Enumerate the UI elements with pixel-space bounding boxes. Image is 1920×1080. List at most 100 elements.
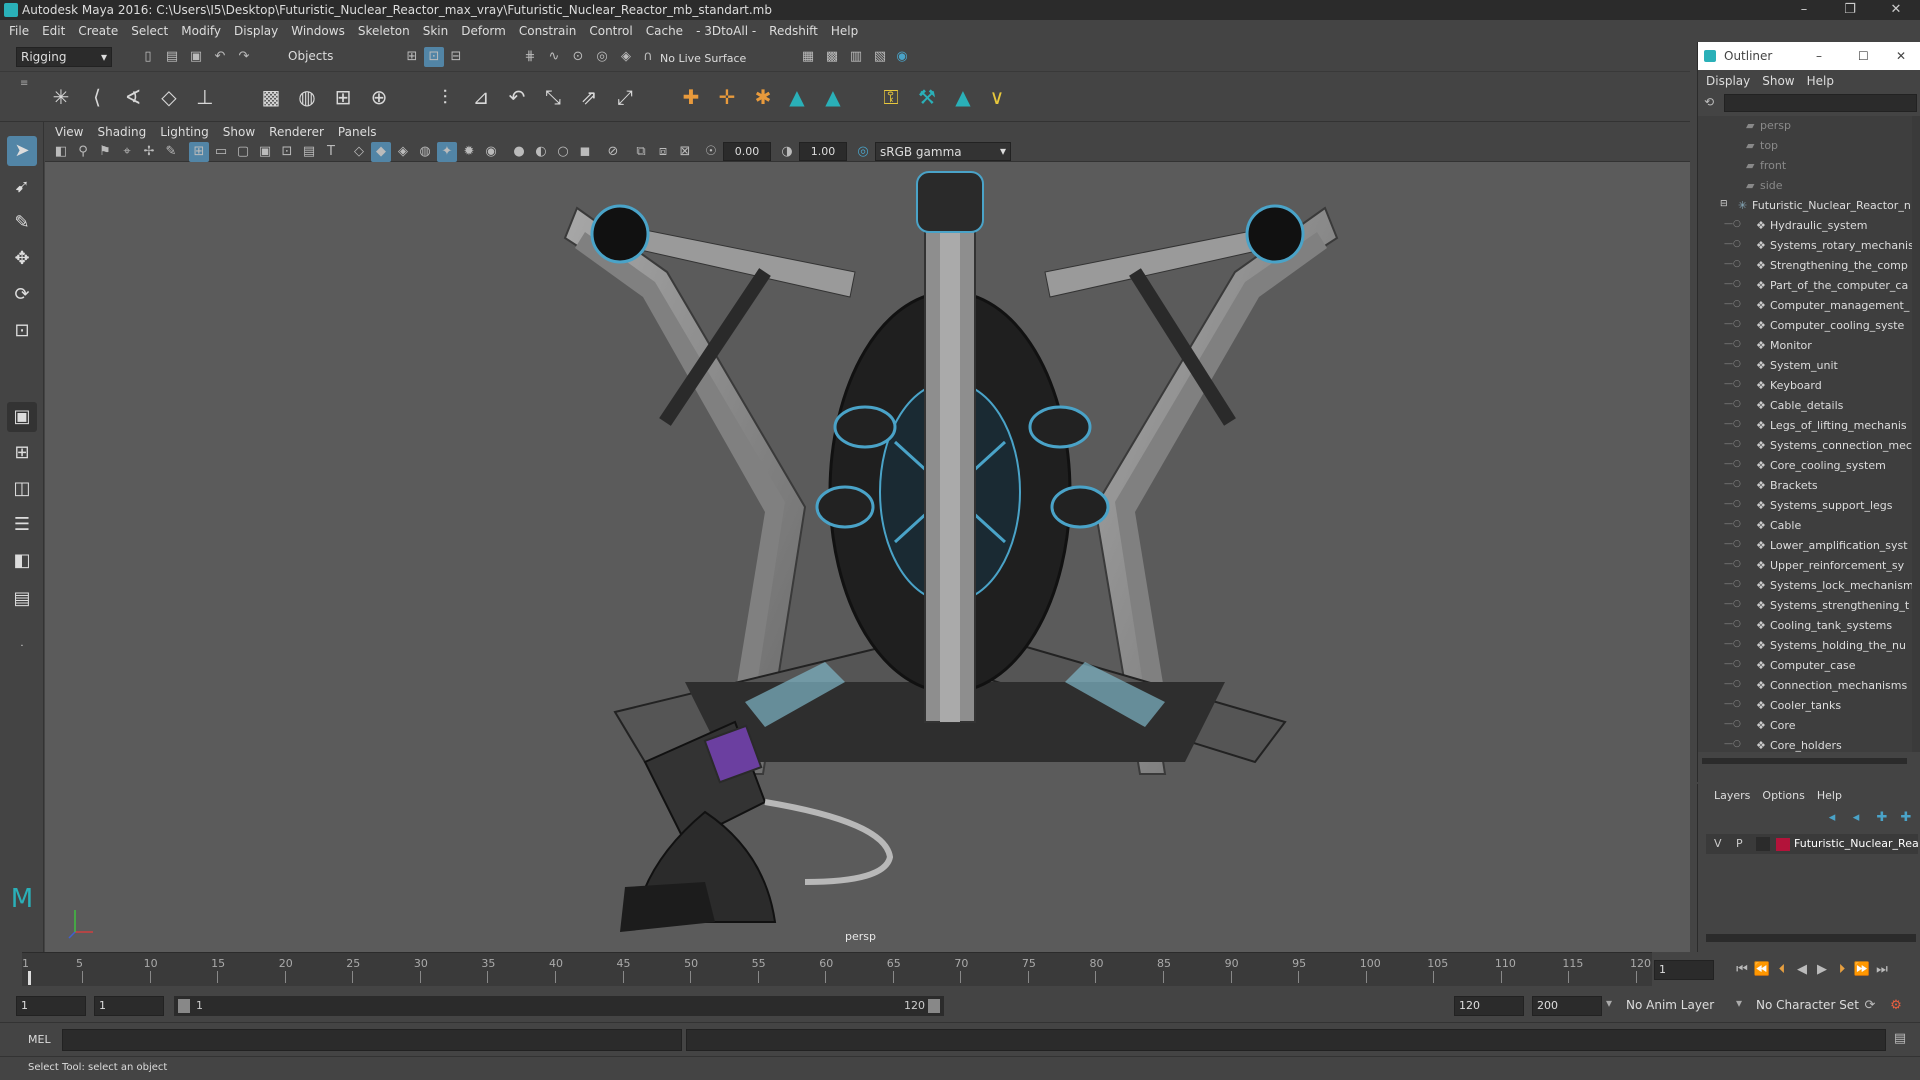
film-gate-icon[interactable]: ▭ xyxy=(211,142,231,162)
vp-menu-lighting[interactable]: Lighting xyxy=(160,125,209,139)
outliner-item-row[interactable]: —○ ❖ Core xyxy=(1698,716,1912,736)
outliner-item-row[interactable]: —○ ❖ Brackets xyxy=(1698,476,1912,496)
snap-point-icon[interactable]: ⊙ xyxy=(568,47,588,67)
minimize-button[interactable]: – xyxy=(1784,0,1824,20)
ik-spline-icon[interactable]: ∢ xyxy=(118,82,148,112)
gate-mask-icon[interactable]: ▣ xyxy=(255,142,275,162)
outliner-item-row[interactable]: —○ ❖ Core_holders xyxy=(1698,736,1912,752)
outliner-item-row[interactable]: —○ ❖ Systems_connection_mec xyxy=(1698,436,1912,456)
outliner-camera-row[interactable]: ▰ side xyxy=(1698,176,1912,196)
lattice-icon[interactable]: ⊞ xyxy=(328,82,358,112)
outliner-item-row[interactable]: —○ ❖ Systems_holding_the_nu xyxy=(1698,636,1912,656)
play-forward-icon[interactable]: ▶ xyxy=(1812,960,1832,980)
scale-constraint-icon[interactable]: ⤡ xyxy=(538,82,568,112)
new-layer-selected-icon[interactable]: ✚ xyxy=(1896,808,1916,828)
layer-menu-options[interactable]: Options xyxy=(1762,789,1804,802)
snap-curve-icon[interactable]: ∿ xyxy=(544,47,564,67)
layer-name[interactable]: Futuristic_Nuclear_Rea xyxy=(1794,837,1919,850)
current-time-marker[interactable] xyxy=(28,971,31,985)
scale-tool-icon[interactable]: ⊡ xyxy=(7,316,37,346)
select-component-icon[interactable]: ⊟ xyxy=(446,47,466,67)
script-editor-icon[interactable]: ▤ xyxy=(1890,1029,1910,1049)
menu-display[interactable]: Display xyxy=(234,24,278,38)
vp-menu-show[interactable]: Show xyxy=(223,125,255,139)
outliner-item-row[interactable]: —○ ❖ System_unit xyxy=(1698,356,1912,376)
motion-blur-icon[interactable]: ● xyxy=(509,142,529,162)
reactor-model[interactable] xyxy=(45,162,1690,952)
vp-menu-renderer[interactable]: Renderer xyxy=(269,125,324,139)
pole-vector-icon[interactable]: ⤢ xyxy=(610,82,640,112)
xray-joints-icon[interactable]: ⧉ xyxy=(631,142,651,162)
bind-skin-icon[interactable]: ▩ xyxy=(256,82,286,112)
hik-icon[interactable]: ▲ xyxy=(782,82,812,112)
range-end-handle[interactable] xyxy=(928,999,940,1013)
redo-icon[interactable]: ↷ xyxy=(234,47,254,67)
outliner-tree[interactable]: ▰ persp ▰ top ▰ front ▰ side ⊟ ✳ Futuristic_Nuclea… xyxy=(1698,116,1912,752)
smooth-shade-icon[interactable]: ◆ xyxy=(371,142,391,162)
step-back-key-icon[interactable]: ⏪ xyxy=(1752,960,1772,980)
menu-file[interactable]: File xyxy=(9,24,29,38)
move-tool-icon[interactable]: ✥ xyxy=(7,244,37,274)
outliner-item-row[interactable]: —○ ❖ Connection_mechanisms xyxy=(1698,676,1912,696)
layer-h-scrollbar[interactable] xyxy=(1706,934,1916,942)
outliner-item-row[interactable]: —○ ❖ Cable_details xyxy=(1698,396,1912,416)
multisample-aa-icon[interactable]: ◐ xyxy=(531,142,551,162)
blendshape-icon[interactable]: ∨ xyxy=(982,82,1012,112)
move-layer-down-icon[interactable]: ◂ xyxy=(1846,808,1866,828)
mirror-joint-icon[interactable]: ⊥ xyxy=(190,82,220,112)
go-to-end-icon[interactable]: ⏭ xyxy=(1872,960,1892,980)
end-time-field[interactable]: 200 xyxy=(1532,996,1602,1016)
menu-deform[interactable]: Deform xyxy=(461,24,506,38)
menu-cache[interactable]: Cache xyxy=(646,24,683,38)
menu-control[interactable]: Control xyxy=(589,24,632,38)
backface-culling-icon[interactable]: ⊠ xyxy=(675,142,695,162)
collapse-icon[interactable]: ⊟ xyxy=(1720,199,1728,209)
ik-handle-icon[interactable]: ⟨ xyxy=(82,82,112,112)
outliner-item-row[interactable]: —○ ❖ Systems_rotary_mechanis xyxy=(1698,236,1912,256)
selection-mode-dropdown[interactable]: Objects xyxy=(284,47,384,67)
outliner-item-row[interactable]: —○ ❖ Keyboard xyxy=(1698,376,1912,396)
outliner-h-scrollbar[interactable] xyxy=(1702,758,1907,764)
outliner-item-row[interactable]: —○ ❖ Cable xyxy=(1698,516,1912,536)
use-all-lights-icon[interactable]: ✦ xyxy=(437,142,457,162)
step-forward-key-icon[interactable]: ⏩ xyxy=(1852,960,1872,980)
outliner-close-icon[interactable]: ✕ xyxy=(1896,42,1906,70)
menu-constrain[interactable]: Constrain xyxy=(519,24,577,38)
chevron-down-icon[interactable]: ▾ xyxy=(1736,996,1742,1010)
outliner-minimize-icon[interactable]: – xyxy=(1816,42,1822,70)
pose-icon[interactable]: ⚒ xyxy=(912,82,942,112)
new-scene-icon[interactable]: ▯ xyxy=(138,47,158,67)
menu-set-dropdown[interactable]: Rigging ▾ xyxy=(16,47,112,67)
vp-menu-view[interactable]: View xyxy=(55,125,83,139)
grid-icon[interactable]: ⊞ xyxy=(189,142,209,162)
character-set-dropdown[interactable]: No Character Set xyxy=(1752,996,1864,1016)
anim-layer-dropdown[interactable]: No Anim Layer xyxy=(1622,996,1740,1016)
color-management-icon[interactable]: ◎ xyxy=(853,142,873,162)
menu-modify[interactable]: Modify xyxy=(181,24,221,38)
time-slider[interactable]: 1 5 10 15 20 25 30 35 40 45 50 55 60 65 70 75 80 85 90 95 10… xyxy=(22,952,1652,986)
outliner-maximize-icon[interactable]: ☐ xyxy=(1858,42,1869,70)
2d-pan-icon[interactable]: ✢ xyxy=(139,142,159,162)
outliner-item-row[interactable]: —○ ❖ Upper_reinforcement_sy xyxy=(1698,556,1912,576)
joint-orient-icon[interactable]: ✱ xyxy=(748,82,778,112)
grease-pencil-icon[interactable]: ✎ xyxy=(161,142,181,162)
snap-grid-icon[interactable]: ⋕ xyxy=(520,47,540,67)
menu-windows[interactable]: Windows xyxy=(291,24,345,38)
menu-create[interactable]: Create xyxy=(78,24,118,38)
outliner-item-row[interactable]: —○ ❖ Monitor xyxy=(1698,336,1912,356)
vp-menu-shading[interactable]: Shading xyxy=(97,125,146,139)
select-object-icon[interactable]: ⊡ xyxy=(424,47,444,67)
outliner-menu-show[interactable]: Show xyxy=(1762,74,1794,88)
playback-end-field[interactable]: 120 xyxy=(1454,996,1524,1016)
outliner-item-row[interactable]: —○ ❖ Systems_strengthening_t xyxy=(1698,596,1912,616)
outliner-camera-row[interactable]: ▰ top xyxy=(1698,136,1912,156)
locator-icon[interactable]: ✚ xyxy=(676,82,706,112)
ipr-render-icon[interactable]: ▩ xyxy=(822,47,842,67)
select-camera-icon[interactable]: ◧ xyxy=(51,142,71,162)
field-chart-icon[interactable]: ⊡ xyxy=(277,142,297,162)
outliner-item-row[interactable]: —○ ❖ Computer_management_ xyxy=(1698,296,1912,316)
safe-title-icon[interactable]: T xyxy=(321,142,341,162)
move-layer-up-icon[interactable]: ◂ xyxy=(1822,808,1842,828)
menu-3dtoall[interactable]: - 3DtoAll - xyxy=(696,24,756,38)
select-hierarchy-icon[interactable]: ⊞ xyxy=(402,47,422,67)
